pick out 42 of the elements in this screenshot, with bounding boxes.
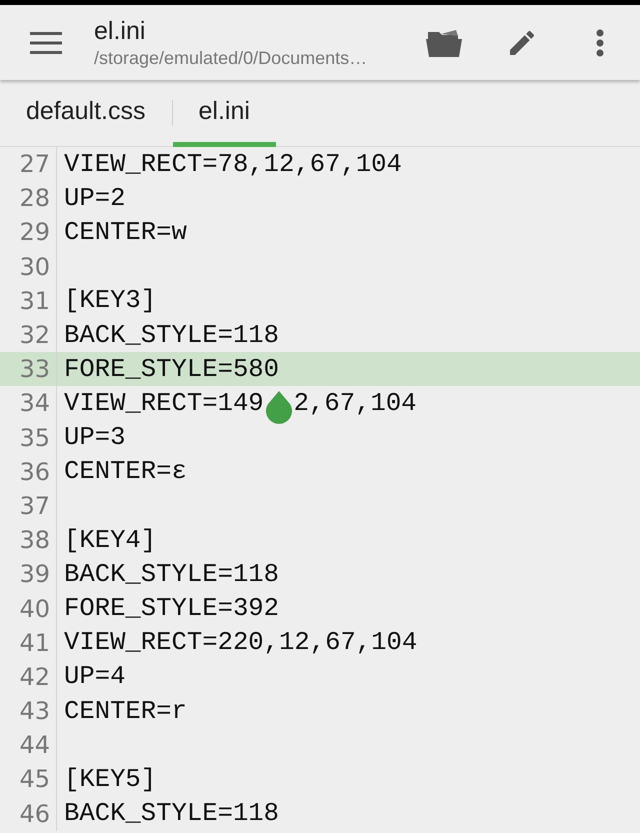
line-number: 34 (18, 389, 51, 418)
code-text: BACK_STYLE=118 (64, 799, 280, 828)
code-text: CENTER=r (64, 696, 187, 726)
line-number: 27 (18, 150, 51, 178)
line-number: 31 (18, 286, 51, 315)
code-text: FORE_STYLE=580 (64, 354, 280, 384)
file-tab[interactable]: el.ini (172, 80, 276, 147)
line-number: 39 (18, 560, 51, 588)
code-text: FORE_STYLE=392 (64, 594, 280, 624)
code-text: BACK_STYLE=118 (64, 560, 280, 589)
code-text: VIEW_RECT=78,12,67,104 (64, 150, 402, 179)
line-number: 41 (18, 628, 51, 657)
line-number: 28 (18, 184, 51, 212)
file-tab[interactable]: default.css (0, 80, 172, 147)
code-text: [KEY5] (64, 764, 156, 794)
code-text: UP=4 (64, 662, 126, 692)
code-text: [KEY4] (64, 526, 156, 555)
line-number: 45 (18, 765, 51, 794)
code-text: VIEW_RECT=149 (64, 388, 264, 418)
line-number: 33 (18, 355, 51, 384)
code-text: CENTER=ε (64, 457, 187, 486)
line-number: 43 (18, 697, 51, 726)
line-number: 42 (18, 662, 51, 691)
code-text: CENTER=w (64, 218, 187, 247)
line-number: 32 (18, 321, 51, 350)
code-text: UP=3 (64, 423, 126, 452)
file-path: /storage/emulated/0/Documents… (94, 46, 368, 70)
code-text: 2,67,104 (294, 388, 417, 418)
code-text: UP=2 (64, 184, 126, 213)
line-number: 38 (18, 526, 51, 554)
line-number: 29 (18, 218, 51, 246)
file-title: el.ini (94, 16, 146, 46)
line-number: 46 (18, 800, 51, 828)
line-number: 30 (18, 252, 51, 281)
line-number: 40 (18, 594, 51, 623)
line-number: 37 (18, 492, 51, 520)
line-number: 36 (18, 458, 51, 486)
line-number: 35 (18, 424, 51, 452)
line-number: 44 (18, 731, 51, 760)
code-text: VIEW_RECT=220,12,67,104 (64, 628, 418, 658)
code-text: [KEY3] (64, 286, 156, 316)
code-text: BACK_STYLE=118 (64, 320, 280, 350)
